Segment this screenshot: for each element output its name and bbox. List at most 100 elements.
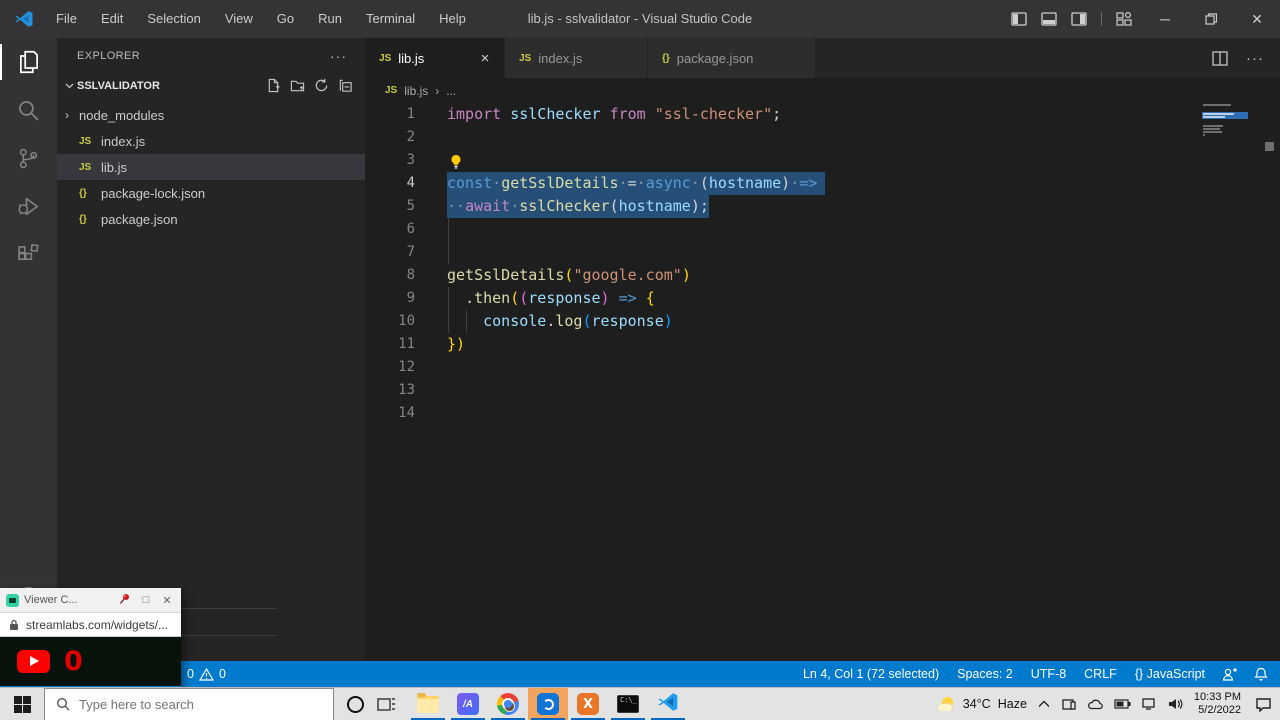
volume-icon[interactable] [1168, 698, 1183, 710]
minimap[interactable] [1202, 103, 1248, 263]
address-bar[interactable]: streamlabs.com/widgets/... [0, 612, 181, 637]
toggle-sidebar-icon[interactable] [1011, 12, 1027, 26]
close-tab-icon[interactable]: × [476, 50, 494, 67]
code-line-1[interactable]: 1import sslChecker from "ssl-checker"; [365, 103, 1280, 126]
code-line-11[interactable]: 11}) [365, 333, 1280, 356]
code-editor[interactable]: 1import sslChecker from "ssl-checker";23… [365, 103, 1280, 661]
activity-search-icon[interactable] [0, 86, 57, 134]
status-indentation[interactable]: Spaces: 2 [948, 667, 1022, 681]
taskbar-app-screen-recorder[interactable] [528, 688, 568, 720]
editor-more-actions-icon[interactable]: ··· [1246, 50, 1264, 67]
tab-package.json[interactable]: {}package.json [648, 38, 816, 78]
youtube-icon [17, 650, 50, 673]
code-line-13[interactable]: 13 [365, 379, 1280, 402]
menu-run[interactable]: Run [306, 0, 354, 38]
menu-help[interactable]: Help [427, 0, 478, 38]
feedback-icon[interactable] [1214, 667, 1246, 682]
status-language-mode[interactable]: {} JavaScript [1126, 667, 1214, 681]
onedrive-cloud-icon[interactable] [1087, 699, 1103, 710]
menu-terminal[interactable]: Terminal [354, 0, 427, 38]
customize-layout-icon[interactable] [1116, 11, 1132, 27]
taskbar-app-file-explorer[interactable] [408, 688, 448, 720]
code-line-9[interactable]: 9 .then((response) => { [365, 287, 1280, 310]
new-folder-icon[interactable] [290, 78, 305, 93]
code-line-8[interactable]: 8getSslDetails("google.com") [365, 264, 1280, 287]
line-number: 8 [365, 264, 415, 287]
address-url[interactable]: streamlabs.com/widgets/... [26, 618, 168, 632]
collapse-all-icon[interactable] [338, 78, 353, 93]
taskbar-app-app-a[interactable]: /A [448, 688, 488, 720]
pin-icon[interactable] [117, 593, 133, 608]
folder-section-header[interactable]: SSLVALIDATOR [57, 73, 365, 98]
tab-lib.js[interactable]: JSlib.js× [365, 38, 505, 78]
status-encoding[interactable]: UTF-8 [1022, 667, 1075, 681]
restore-button[interactable] [1188, 0, 1234, 38]
new-file-icon[interactable] [266, 78, 281, 93]
activity-extensions-icon[interactable] [0, 230, 57, 278]
chevron-down-icon [61, 80, 77, 92]
breadcrumb-more[interactable]: ... [446, 84, 456, 98]
status-eol[interactable]: CRLF [1075, 667, 1126, 681]
file-item-package.json[interactable]: {}package.json [57, 206, 365, 232]
menu-edit[interactable]: Edit [89, 0, 135, 38]
chevron-up-icon[interactable] [1038, 700, 1050, 708]
menu-view[interactable]: View [213, 0, 265, 38]
scrollbar-decoration[interactable] [1265, 142, 1274, 151]
code-line-10[interactable]: 10 console.log(response) [365, 310, 1280, 333]
folder-section-label: SSLVALIDATOR [77, 80, 160, 92]
battery-icon[interactable] [1114, 699, 1131, 709]
cortana-button[interactable] [347, 696, 364, 713]
taskbar-app-terminal[interactable]: C:\_ [608, 688, 648, 720]
screen-recorder-icon [537, 693, 559, 715]
taskbar-app-vscode[interactable] [648, 688, 688, 720]
toggle-panel-icon[interactable] [1041, 12, 1057, 26]
action-center-icon[interactable] [1255, 697, 1272, 712]
status-cursor-position[interactable]: Ln 4, Col 1 (72 selected) [794, 667, 948, 681]
split-editor-icon[interactable] [1212, 51, 1228, 66]
breadcrumb-file[interactable]: lib.js [404, 84, 428, 98]
maximize-button[interactable]: □ [138, 594, 154, 606]
activity-run-debug-icon[interactable] [0, 182, 57, 230]
close-window-button[interactable]: ✕ [1234, 0, 1280, 38]
warning-icon [199, 668, 214, 681]
file-item-package-lock.json[interactable]: {}package-lock.json [57, 180, 365, 206]
minimize-button[interactable]: ─ [1142, 0, 1188, 38]
network-icon[interactable] [1142, 698, 1157, 710]
menu-selection[interactable]: Selection [135, 0, 212, 38]
menu-file[interactable]: File [44, 0, 89, 38]
activity-source-control-icon[interactable] [0, 134, 57, 182]
code-line-5[interactable]: 5··await·sslChecker(hostname); [365, 195, 1280, 218]
code-line-4[interactable]: 4const·getSslDetails·=·async·(hostname)·… [365, 172, 1280, 195]
search-input[interactable] [79, 697, 299, 712]
viewer-count-titlebar[interactable]: Viewer C... □ ✕ [0, 588, 181, 612]
code-line-2[interactable]: 2 [365, 126, 1280, 149]
code-line-14[interactable]: 14 [365, 402, 1280, 425]
code-line-6[interactable]: 6 [365, 218, 1280, 241]
tab-index.js[interactable]: JSindex.js [505, 38, 648, 78]
taskbar-app-chrome[interactable] [488, 688, 528, 720]
date: 5/2/2022 [1194, 704, 1241, 717]
clock[interactable]: 10:33 PM 5/2/2022 [1194, 691, 1241, 717]
notifications-bell-icon[interactable] [1246, 667, 1280, 682]
taskbar-search[interactable] [44, 688, 334, 720]
taskbar-app-xampp[interactable]: X [568, 688, 608, 720]
activity-explorer-icon[interactable] [0, 38, 57, 86]
breadcrumb[interactable]: JS lib.js › ... [365, 78, 1280, 103]
close-overlay-button[interactable]: ✕ [159, 594, 175, 607]
start-button[interactable] [0, 688, 44, 720]
explorer-more-actions-icon[interactable]: ··· [330, 48, 347, 64]
file-item-lib.js[interactable]: JSlib.js [57, 154, 365, 180]
file-item-index.js[interactable]: JSindex.js [57, 128, 365, 154]
refresh-icon[interactable] [314, 78, 329, 93]
code-line-7[interactable]: 7 [365, 241, 1280, 264]
toggle-secondary-sidebar-icon[interactable] [1071, 12, 1087, 26]
code-line-12[interactable]: 12 [365, 356, 1280, 379]
task-view-icon[interactable] [377, 696, 396, 713]
menu-go[interactable]: Go [265, 0, 306, 38]
problems-indicator[interactable]: 0 0 [187, 667, 226, 681]
tablet-mode-icon[interactable] [1061, 698, 1076, 711]
weather-widget[interactable]: 34°C Haze [938, 697, 1027, 711]
file-explorer-icon [417, 696, 439, 713]
code-line-3[interactable]: 3 [365, 149, 1280, 172]
file-item-node_modules[interactable]: ›node_modules [57, 102, 365, 128]
